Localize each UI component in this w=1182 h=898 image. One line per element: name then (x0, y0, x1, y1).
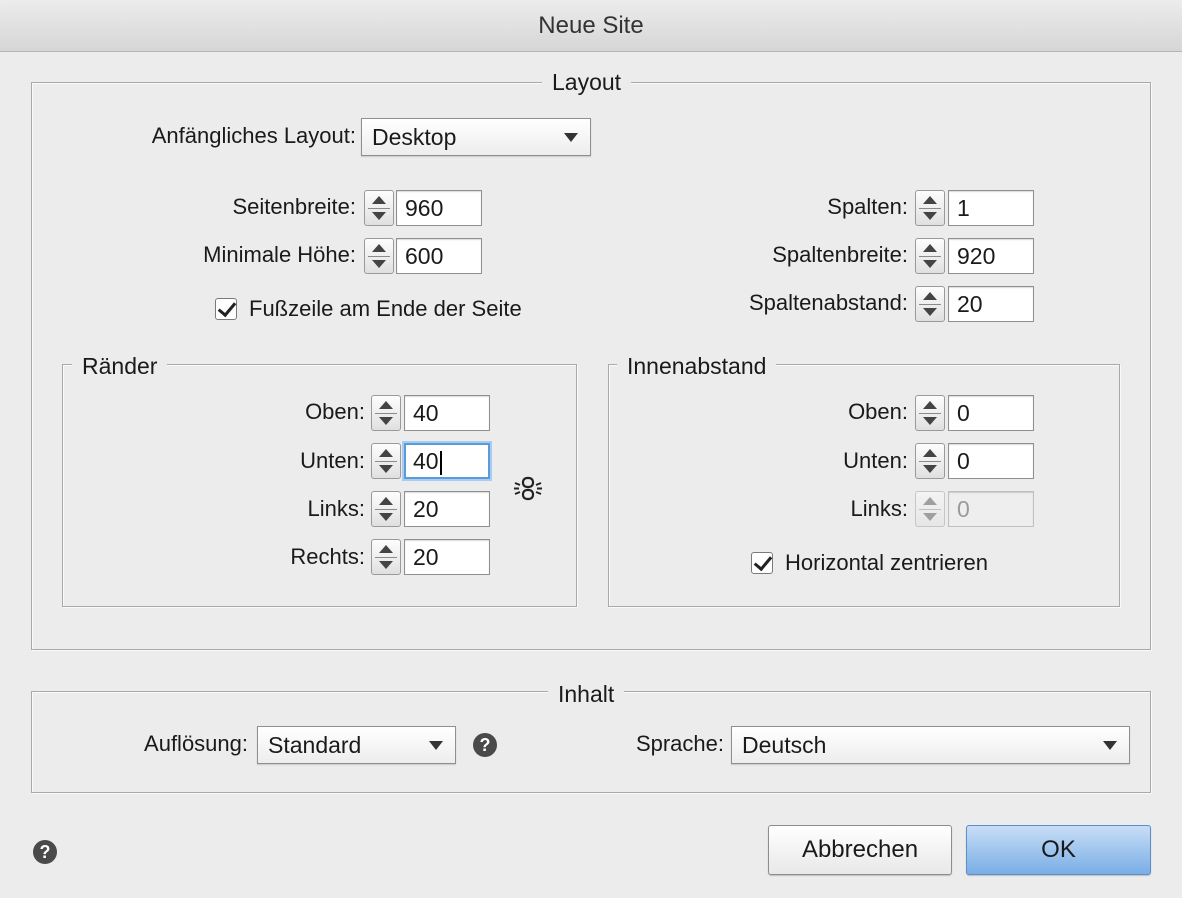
padding-bottom-field[interactable]: 0 (948, 443, 1034, 479)
center-horizontally-label: Horizontal zentrieren (785, 550, 988, 575)
column-width-field[interactable]: 920 (948, 238, 1034, 274)
initial-layout-label: Anfängliches Layout: (151, 123, 356, 148)
margins-legend: Ränder (72, 352, 168, 380)
chevron-down-icon (429, 741, 443, 750)
content-legend: Inhalt (548, 680, 625, 708)
padding-bottom-label: Unten: (843, 448, 908, 473)
footer-checkbox[interactable] (215, 298, 237, 320)
gutter-field[interactable]: 20 (948, 286, 1034, 322)
center-horizontally-checkbox[interactable] (751, 552, 773, 574)
layout-legend: Layout (542, 68, 632, 96)
page-width-stepper[interactable] (364, 190, 394, 226)
chain-link-icon[interactable] (512, 475, 544, 503)
margin-right-label: Rechts: (290, 544, 365, 569)
language-select[interactable]: Deutsch (731, 726, 1130, 764)
columns-label: Spalten: (827, 194, 908, 219)
gutter-label: Spaltenabstand: (748, 290, 908, 315)
margin-bottom-label: Unten: (300, 448, 365, 473)
min-height-field[interactable]: 600 (396, 238, 482, 274)
margin-top-stepper[interactable] (371, 395, 401, 431)
margin-bottom-stepper[interactable] (371, 443, 401, 479)
help-icon[interactable]: ? (33, 840, 57, 864)
resolution-select[interactable]: Standard (257, 726, 456, 764)
columns-field[interactable]: 1 (948, 190, 1034, 226)
margin-left-field[interactable]: 20 (404, 491, 490, 527)
footer-checkbox-label: Fußzeile am Ende der Seite (249, 296, 522, 321)
margin-left-label: Links: (307, 496, 365, 521)
margin-top-label: Oben: (305, 399, 365, 424)
gutter-stepper[interactable] (915, 286, 945, 322)
padding-left-stepper (915, 491, 945, 527)
margin-bottom-field[interactable]: 40 (404, 443, 490, 479)
resolution-label: Auflösung: (144, 731, 248, 756)
cancel-button[interactable]: Abbrechen (768, 825, 952, 875)
columns-stepper[interactable] (915, 190, 945, 226)
chevron-down-icon (1103, 741, 1117, 750)
padding-bottom-stepper[interactable] (915, 443, 945, 479)
column-width-label: Spaltenbreite: (772, 242, 908, 267)
min-height-label: Minimale Höhe: (203, 242, 356, 267)
padding-left-field: 0 (948, 491, 1034, 527)
min-height-stepper[interactable] (364, 238, 394, 274)
margin-right-field[interactable]: 20 (404, 539, 490, 575)
window-title: Neue Site (0, 0, 1182, 52)
margin-right-stepper[interactable] (371, 539, 401, 575)
margin-top-field[interactable]: 40 (404, 395, 490, 431)
resolution-value: Standard (268, 732, 362, 758)
chevron-down-icon (564, 133, 578, 142)
padding-top-stepper[interactable] (915, 395, 945, 431)
initial-layout-value: Desktop (372, 124, 457, 150)
margin-left-stepper[interactable] (371, 491, 401, 527)
ok-button[interactable]: OK (966, 825, 1151, 875)
page-width-field[interactable]: 960 (396, 190, 482, 226)
page-width-label: Seitenbreite: (232, 194, 356, 219)
padding-top-label: Oben: (848, 399, 908, 424)
help-icon[interactable]: ? (473, 733, 497, 757)
padding-left-label: Links: (850, 496, 908, 521)
padding-top-field[interactable]: 0 (948, 395, 1034, 431)
language-label: Sprache: (635, 731, 724, 756)
initial-layout-select[interactable]: Desktop (361, 118, 591, 156)
column-width-stepper[interactable] (915, 238, 945, 274)
padding-legend: Innenabstand (617, 352, 777, 380)
language-value: Deutsch (742, 732, 827, 758)
